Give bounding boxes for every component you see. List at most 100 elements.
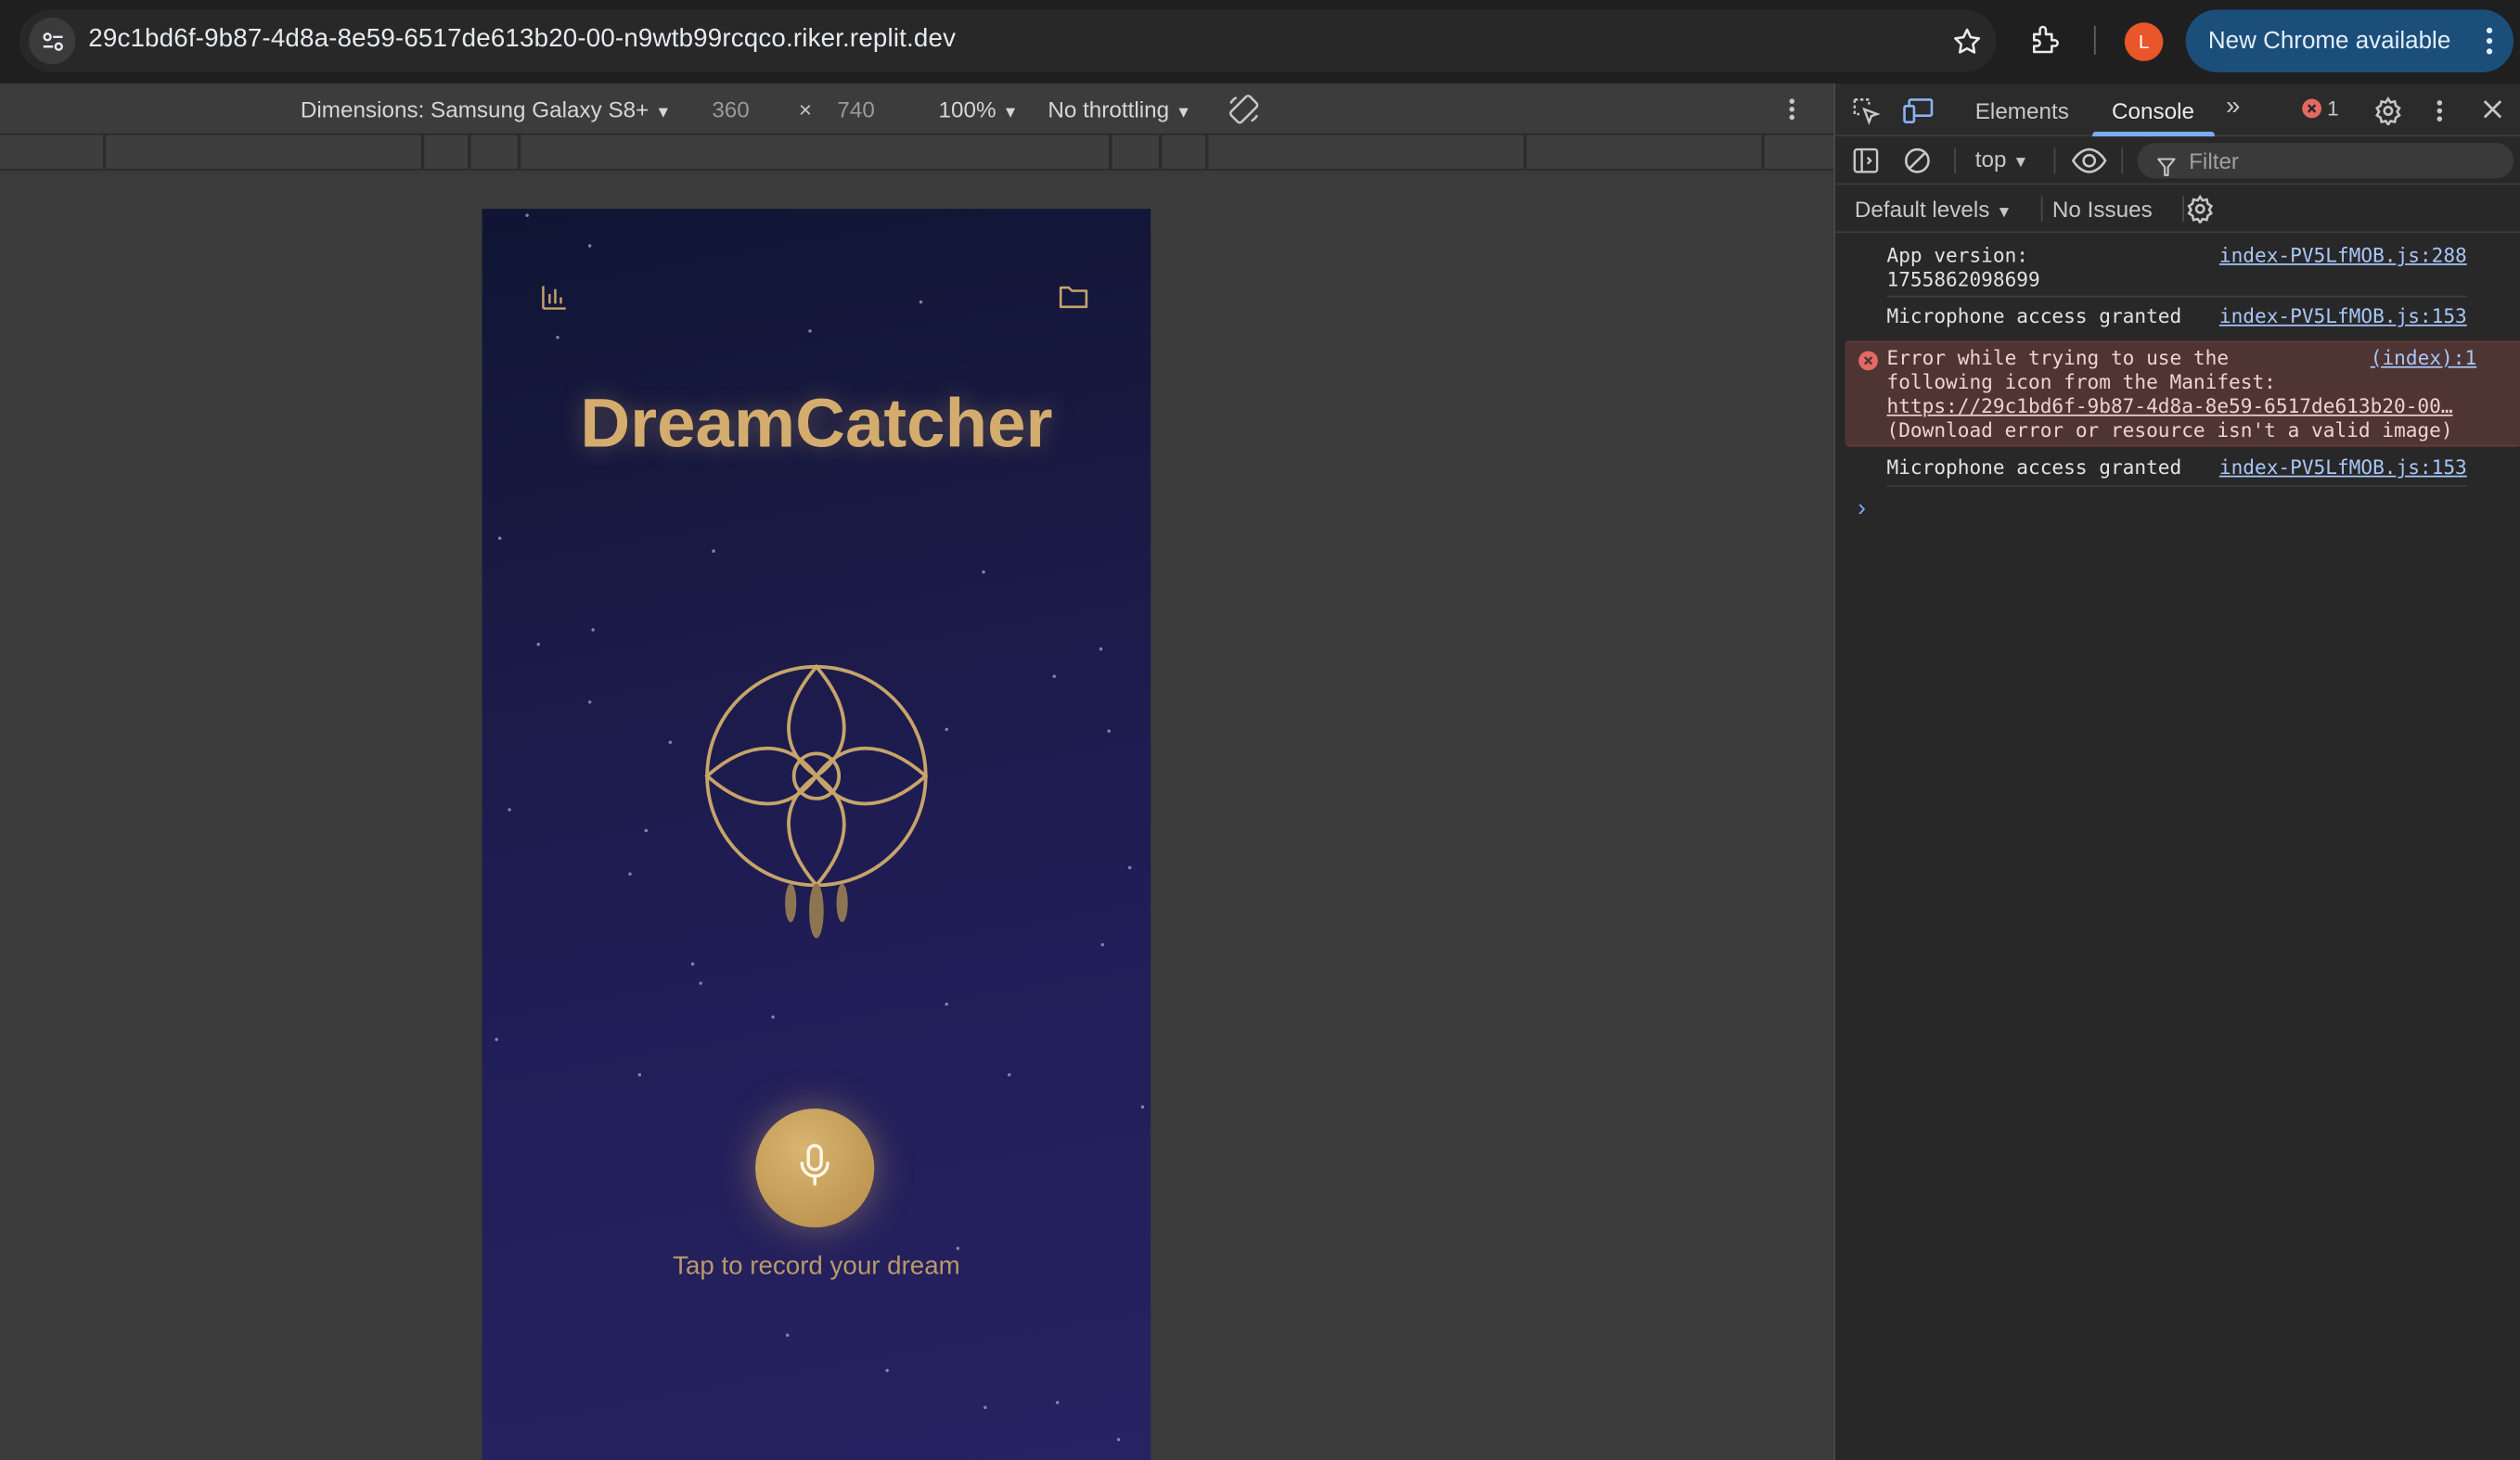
star-dot xyxy=(1107,729,1111,733)
address-bar[interactable]: 29c1bd6f-9b87-4d8a-8e59-6517de613b20-00-… xyxy=(19,9,1997,72)
context-label: top xyxy=(1974,146,2007,173)
chevron-down-icon: ▼ xyxy=(1176,104,1192,122)
chevron-down-icon: ▼ xyxy=(1996,203,2012,223)
star-dot xyxy=(885,1368,889,1373)
folder-icon[interactable] xyxy=(1058,283,1090,320)
console-settings-gear-icon[interactable] xyxy=(2186,194,2215,228)
browser-window: 29c1bd6f-9b87-4d8a-8e59-6517de613b20-00-… xyxy=(0,0,2520,1460)
devtools-menu-icon[interactable] xyxy=(2432,96,2448,134)
stats-chart-icon[interactable] xyxy=(540,283,569,320)
inspect-element-icon[interactable] xyxy=(1851,96,1881,134)
settings-gear-icon[interactable] xyxy=(2373,96,2402,134)
toolbar-divider xyxy=(1954,147,1956,174)
sidebar-toggle-icon[interactable] xyxy=(1851,147,1880,184)
more-tabs-icon[interactable]: » xyxy=(2226,93,2240,122)
ruler-tick xyxy=(102,134,107,171)
microphone-icon xyxy=(797,1142,832,1195)
toolbar-divider xyxy=(2093,25,2096,55)
app-title: DreamCatcher xyxy=(580,385,1053,463)
star-dot xyxy=(1055,1401,1060,1404)
throttling-select[interactable]: No throttling ▼ xyxy=(1048,96,1191,122)
message-divider xyxy=(1886,485,2467,487)
star-dot xyxy=(591,628,595,632)
message-source-link[interactable]: (index):1 xyxy=(2371,347,2476,371)
star-dot xyxy=(495,1037,498,1042)
tab-console[interactable]: Console xyxy=(2112,98,2194,124)
extensions-icon[interactable] xyxy=(2028,22,2064,66)
filter-placeholder: Filter xyxy=(2189,147,2240,174)
profile-avatar[interactable]: L xyxy=(2124,22,2164,61)
chrome-update-button[interactable]: New Chrome available xyxy=(2185,9,2514,72)
log-levels-select[interactable]: Default levels ▼ xyxy=(1855,196,2012,222)
device-toolbar-toggle-icon[interactable] xyxy=(1903,96,1935,134)
console-message: App version: 1755862098699 index-PV5LfMO… xyxy=(1835,243,2520,294)
toolbar-divider xyxy=(2040,196,2043,223)
issues-button[interactable]: No Issues xyxy=(2052,196,2153,222)
device-dimensions-select[interactable]: Dimensions: Samsung Galaxy S8+ ▼ xyxy=(301,96,671,122)
width-input[interactable]: 360 xyxy=(712,96,749,122)
star-dot xyxy=(1008,1073,1011,1077)
mobile-app-screen: DreamCatcher Tap to record your dream xyxy=(482,209,1151,1460)
star-dot xyxy=(536,642,540,647)
record-dream-button[interactable] xyxy=(755,1108,875,1228)
star-dot xyxy=(712,549,715,553)
console-prompt-caret[interactable]: › xyxy=(1858,494,1866,521)
message-text: Microphone access granted xyxy=(1886,305,2182,328)
live-expression-eye-icon[interactable] xyxy=(2071,147,2107,184)
console-toolbar: top ▼ Filter xyxy=(1835,136,2520,186)
star-dot xyxy=(1052,674,1056,678)
device-more-options-icon[interactable] xyxy=(1784,93,1800,130)
site-info-icon[interactable] xyxy=(29,18,76,65)
browser-toolbar: 29c1bd6f-9b87-4d8a-8e59-6517de613b20-00-… xyxy=(0,0,2520,84)
dimension-times-sign: × xyxy=(798,96,813,122)
star-dot xyxy=(1100,942,1104,947)
star-dot xyxy=(587,700,592,704)
clear-console-icon[interactable] xyxy=(1903,147,1932,184)
context-select[interactable]: top ▼ xyxy=(1975,147,2029,173)
devtools-panel: Elements Console » 1 top ▼ Filter Defaul… xyxy=(1833,83,2520,1460)
star-dot xyxy=(1140,1105,1145,1109)
star-dot xyxy=(644,828,649,833)
manifest-icon-url-link[interactable]: https://29c1bd6f-9b87-4d8a-8e59-6517de61… xyxy=(1886,395,2452,419)
star-dot xyxy=(497,536,502,540)
star-dot xyxy=(945,1002,948,1006)
media-query-ruler[interactable] xyxy=(0,134,1834,171)
star-dot xyxy=(808,329,812,333)
ruler-tick xyxy=(1109,134,1112,171)
error-icon xyxy=(2302,98,2322,119)
star-dot xyxy=(919,300,923,304)
rotate-icon[interactable] xyxy=(1227,92,1262,132)
tab-elements[interactable]: Elements xyxy=(1975,98,2069,124)
device-toolbar: Dimensions: Samsung Galaxy S8+ ▼ 360 × 74… xyxy=(0,83,1834,135)
url-text[interactable]: 29c1bd6f-9b87-4d8a-8e59-6517de613b20-00-… xyxy=(88,26,956,55)
error-counter[interactable]: 1 xyxy=(2301,96,2339,121)
message-source-link[interactable]: index-PV5LfMOB.js:153 xyxy=(2219,456,2467,480)
message-text: following icon from the Manifest: xyxy=(1886,371,2276,394)
message-text: Microphone access granted xyxy=(1886,455,2182,480)
star-dot xyxy=(785,1333,790,1338)
star-dot xyxy=(982,570,985,574)
zoom-select[interactable]: 100% ▼ xyxy=(939,96,1019,122)
star-dot xyxy=(771,1015,775,1019)
star-dot xyxy=(637,1073,642,1077)
height-input[interactable]: 740 xyxy=(837,96,874,122)
bookmark-star-icon[interactable] xyxy=(1951,26,1984,66)
star-dot xyxy=(668,740,673,744)
star-dot xyxy=(1116,1438,1121,1441)
star-dot xyxy=(699,981,702,985)
message-text: 1755862098699 xyxy=(1886,268,2040,291)
console-message: Microphone access granted index-PV5LfMOB… xyxy=(1835,303,2520,332)
star-dot xyxy=(628,872,632,876)
message-source-link[interactable]: index-PV5LfMOB.js:288 xyxy=(2219,244,2467,268)
ruler-tick xyxy=(420,134,425,171)
ruler-tick xyxy=(1524,134,1527,171)
console-message: Microphone access granted index-PV5LfMOB… xyxy=(1835,455,2520,483)
toolbar-divider xyxy=(2053,147,2056,174)
message-text: App version: xyxy=(1886,244,2029,267)
close-icon[interactable] xyxy=(2480,96,2506,130)
toolbar-divider xyxy=(2121,147,2124,174)
device-label: Dimensions: Samsung Galaxy S8+ xyxy=(300,96,649,122)
star-dot xyxy=(587,244,592,248)
filter-input[interactable]: Filter xyxy=(2137,143,2514,179)
message-source-link[interactable]: index-PV5LfMOB.js:153 xyxy=(2219,305,2467,329)
